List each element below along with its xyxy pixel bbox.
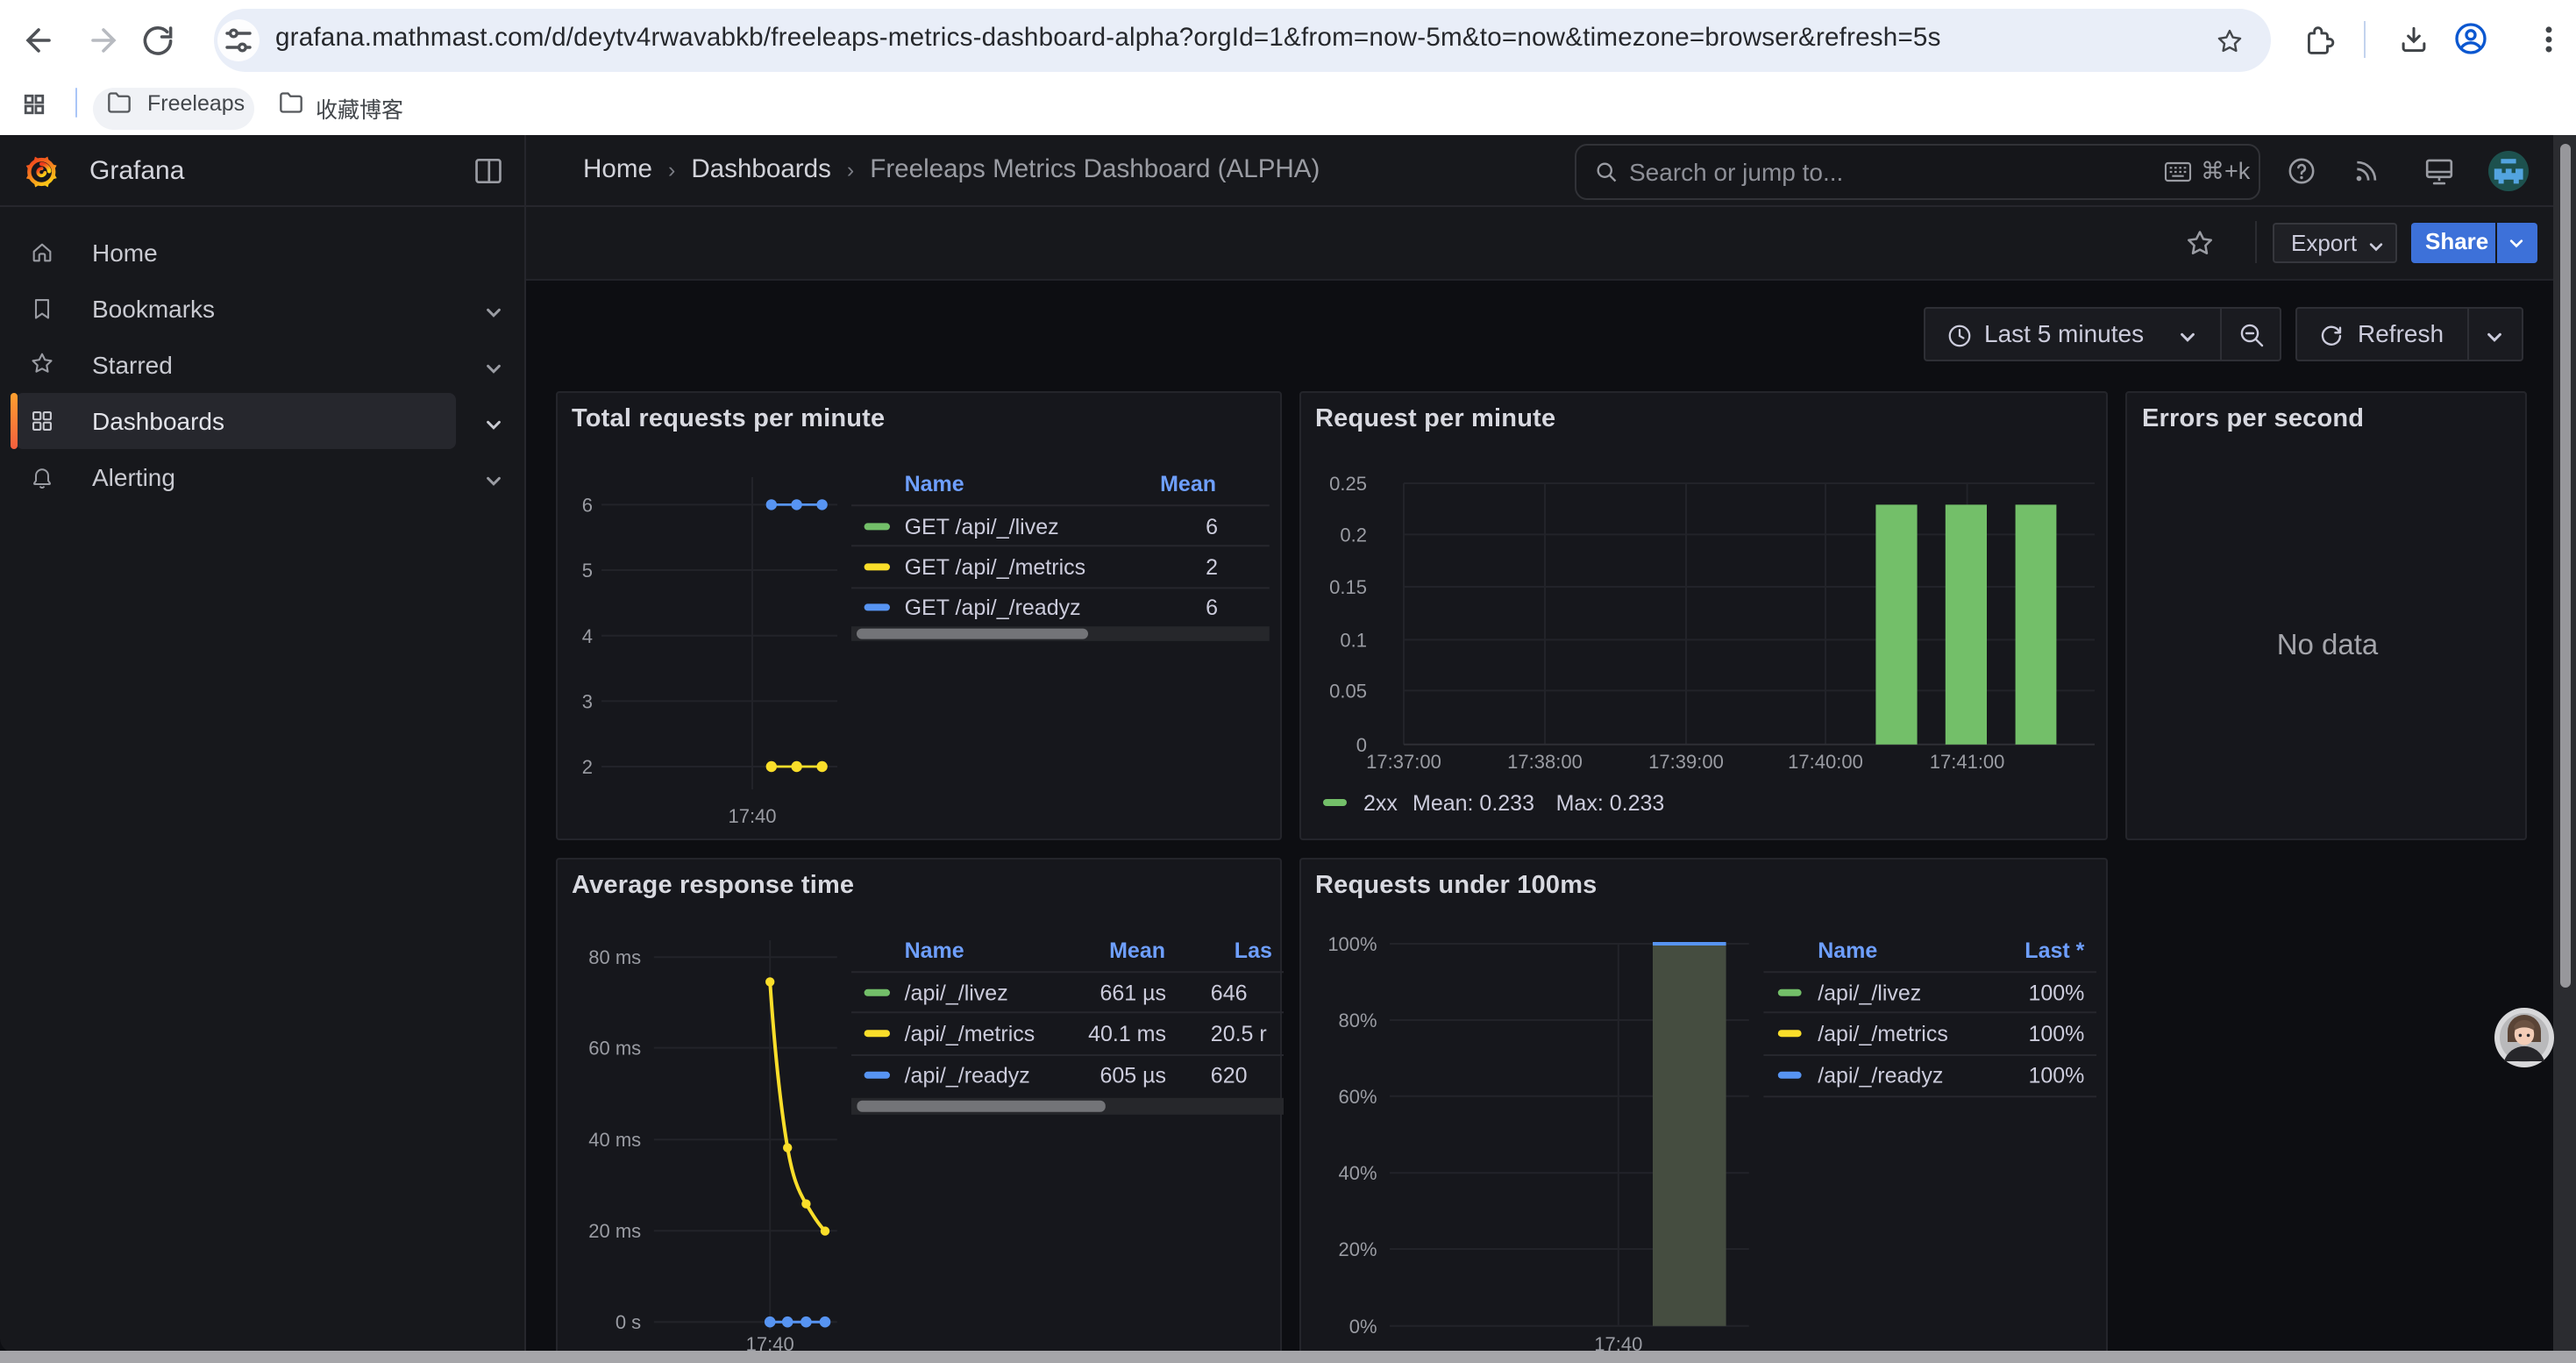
svg-text:Name: Name xyxy=(904,473,964,497)
svg-text:17:40: 17:40 xyxy=(1593,1334,1641,1352)
svg-text:0.2: 0.2 xyxy=(1339,525,1366,546)
svg-text:5: 5 xyxy=(581,560,592,582)
svg-text:80%: 80% xyxy=(1338,1010,1377,1032)
svg-text:100%: 100% xyxy=(1327,934,1376,956)
svg-text:100%: 100% xyxy=(2027,1023,2083,1047)
svg-text:0.15: 0.15 xyxy=(1328,577,1366,599)
svg-text:0: 0 xyxy=(1356,734,1366,756)
svg-text:3: 3 xyxy=(581,691,592,713)
svg-text:17:40: 17:40 xyxy=(745,1334,793,1352)
svg-text:Max: 0.233: Max: 0.233 xyxy=(1555,792,1664,817)
svg-text:20 ms: 20 ms xyxy=(587,1221,640,1243)
svg-text:Name: Name xyxy=(904,939,964,964)
svg-text:/api/_/metrics: /api/_/metrics xyxy=(904,1023,1035,1047)
svg-text:80 ms: 80 ms xyxy=(587,947,640,969)
svg-text:17:37:00: 17:37:00 xyxy=(1365,751,1441,773)
svg-text:646: 646 xyxy=(1210,981,1247,1006)
svg-text:2: 2 xyxy=(581,757,592,779)
svg-text:0.25: 0.25 xyxy=(1328,474,1366,496)
svg-text:40%: 40% xyxy=(1338,1163,1377,1185)
svg-text:GET /api/_/readyz: GET /api/_/readyz xyxy=(904,596,1080,621)
svg-text:100%: 100% xyxy=(2027,981,2083,1006)
svg-text:661 µs: 661 µs xyxy=(1099,981,1165,1006)
svg-text:17:38:00: 17:38:00 xyxy=(1506,751,1582,773)
svg-text:6: 6 xyxy=(1205,516,1217,540)
svg-text:Mean: 0.233: Mean: 0.233 xyxy=(1412,792,1534,817)
svg-text:4: 4 xyxy=(581,625,592,647)
svg-text:0%: 0% xyxy=(1348,1317,1377,1338)
svg-text:0.05: 0.05 xyxy=(1328,681,1366,703)
svg-text:20.5 r: 20.5 r xyxy=(1210,1023,1266,1047)
svg-text:Last *: Last * xyxy=(2024,939,2083,964)
svg-text:17:40: 17:40 xyxy=(727,806,775,828)
svg-text:Las: Las xyxy=(1234,939,1271,964)
svg-text:Mean: Mean xyxy=(1159,473,1215,497)
svg-text:17:41:00: 17:41:00 xyxy=(1929,751,2004,773)
svg-text:100%: 100% xyxy=(2027,1064,2083,1088)
svg-text:2: 2 xyxy=(1205,556,1217,581)
svg-text:0.1: 0.1 xyxy=(1339,630,1366,652)
svg-text:/api/_/readyz: /api/_/readyz xyxy=(1817,1064,1942,1088)
svg-text:20%: 20% xyxy=(1338,1239,1377,1261)
svg-text:GET /api/_/metrics: GET /api/_/metrics xyxy=(904,556,1085,581)
svg-text:605 µs: 605 µs xyxy=(1099,1064,1165,1088)
svg-text:17:40:00: 17:40:00 xyxy=(1787,751,1862,773)
svg-text:/api/_/livez: /api/_/livez xyxy=(1817,981,1920,1006)
svg-text:/api/_/livez: /api/_/livez xyxy=(904,981,1007,1006)
svg-text:620: 620 xyxy=(1210,1064,1247,1088)
svg-text:60 ms: 60 ms xyxy=(587,1038,640,1060)
svg-text:/api/_/readyz: /api/_/readyz xyxy=(904,1064,1029,1088)
svg-text:40.1 ms: 40.1 ms xyxy=(1087,1023,1165,1047)
svg-text:Name: Name xyxy=(1817,939,1876,964)
svg-text:2xx: 2xx xyxy=(1363,792,1397,817)
svg-text:/api/_/metrics: /api/_/metrics xyxy=(1817,1023,1947,1047)
svg-text:40 ms: 40 ms xyxy=(587,1130,640,1152)
svg-text:6: 6 xyxy=(581,495,592,517)
svg-text:17:39:00: 17:39:00 xyxy=(1647,751,1723,773)
svg-text:0 s: 0 s xyxy=(615,1312,640,1334)
svg-text:6: 6 xyxy=(1205,596,1217,621)
svg-text:60%: 60% xyxy=(1338,1087,1377,1109)
svg-text:GET /api/_/livez: GET /api/_/livez xyxy=(904,516,1058,540)
svg-text:Mean: Mean xyxy=(1108,939,1164,964)
